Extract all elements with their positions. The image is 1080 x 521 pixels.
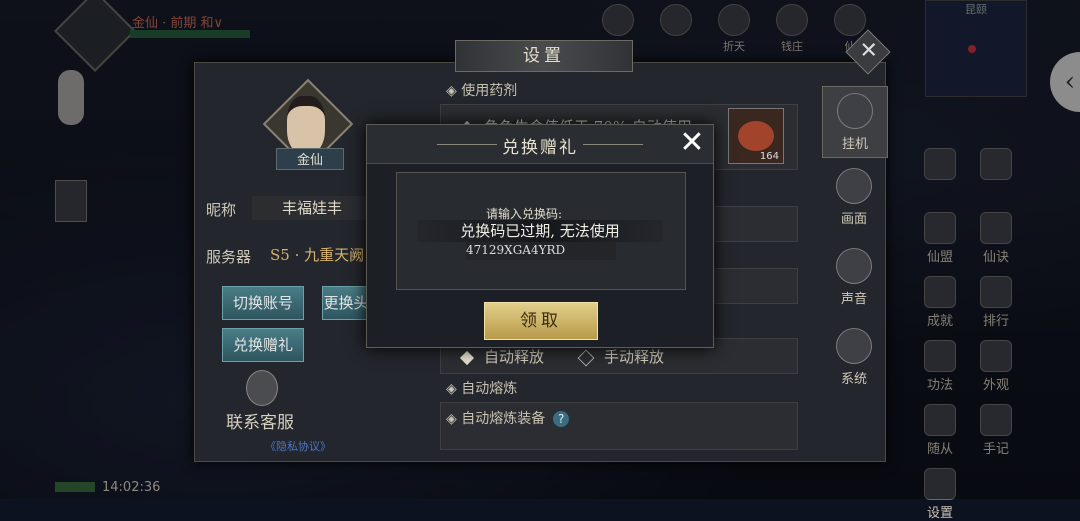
switch-account-button[interactable]: 切换账号 [222,286,304,320]
character-portrait [287,96,325,154]
section-use-potion: ◈ 使用药剂 [446,83,518,99]
nickname-label: 昵称 [206,201,237,219]
diamond-empty-icon [577,349,595,367]
tab-display[interactable]: 画面 [822,168,886,238]
redeem-code-input[interactable]: 47129XGA4YRD [466,242,616,260]
gear-icon [836,328,872,364]
change-avatar-button[interactable]: 更换头 [322,286,370,320]
server-label: 服务器 [206,248,252,266]
server-value: S5 · 九重天阙 [270,246,365,264]
contact-support-label[interactable]: 联系客服 [226,408,294,433]
error-toast: 兑换码已过期, 无法使用 [417,220,663,242]
redeem-gift-button[interactable]: 兑换赠礼 [222,328,304,362]
customer-service-icon[interactable] [246,370,278,406]
settings-title: 设置 [455,40,633,72]
character-rank: 金仙 [276,148,344,170]
nickname-value[interactable]: 丰福娃丰 [252,196,372,220]
auto-release-option[interactable]: 自动释放 [459,346,544,367]
dialog-title: 兑换赠礼 [502,138,578,158]
dialog-close-button[interactable]: ✕ [677,128,707,159]
hourglass-icon [837,93,873,129]
tab-sound[interactable]: 声音 [822,248,886,318]
tab-system[interactable]: 系统 [822,328,886,398]
section-auto-smelt: ◈ 自动熔炼 [446,381,518,397]
auto-smelt-equip-row[interactable]: ◈ 自动熔炼装备? [446,408,570,428]
tab-idle[interactable]: 挂机 [822,86,888,158]
close-icon: ✕ [859,38,878,64]
potion-icon [738,121,774,151]
display-icon [836,168,872,204]
diamond-check-icon [459,350,475,366]
settings-tabs: 挂机 画面 声音 系统 [822,86,888,408]
ear-icon [836,248,872,284]
privacy-link[interactable]: 《隐私协议》 [265,438,331,454]
claim-button[interactable]: 领取 [484,302,598,340]
manual-release-option[interactable]: 手动释放 [577,346,664,367]
potion-slot[interactable]: 164 [728,108,784,164]
help-icon[interactable]: ? [553,411,570,427]
